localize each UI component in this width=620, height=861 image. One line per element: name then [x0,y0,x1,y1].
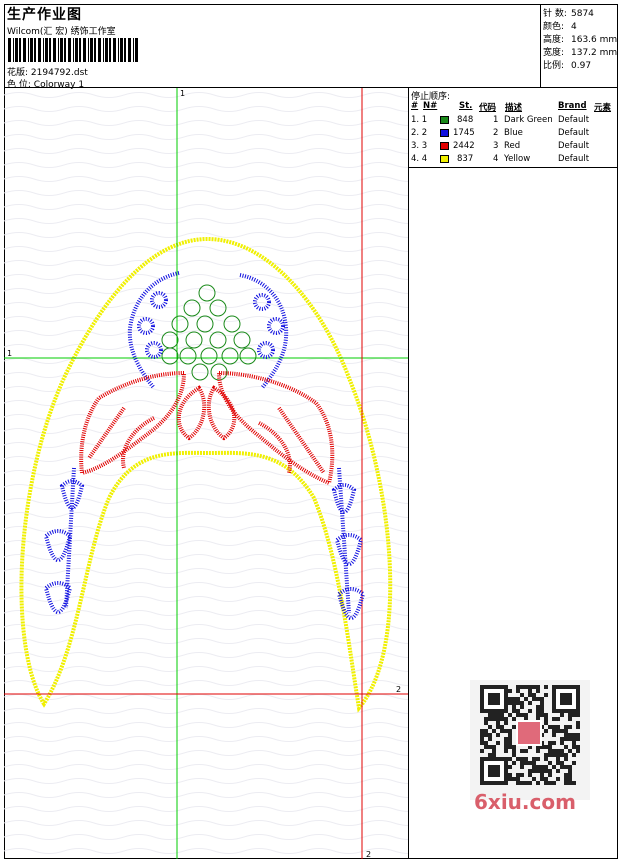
barcode [8,38,138,62]
studio-subtitle: Wilcom(汇 宏) 绣饰工作室 [7,27,116,37]
legend-row: 1. 1 848 1 Dark Green Default [411,115,590,125]
design-canvas: 1 1 2 2 [4,88,409,859]
color-swatch [440,142,449,150]
spec-height: 高度: 163.6 mm [543,35,618,45]
spec-stitches: 针 数: 5874 [543,9,594,19]
spec-panel: 针 数: 5874 颜色: 4 高度: 163.6 mm 宽度: 137.2 mm 比例… [541,4,618,88]
legend-row: 2. 2 1745 2 Blue Default [411,128,590,138]
legend-row: 3. 3 2442 3 Red Default [411,141,590,151]
spec-width: 宽度: 137.2 mm [543,48,618,58]
spec-scale: 比例: 0.97 [543,61,592,71]
embroidery-preview: 1 1 2 2 [4,88,408,859]
color-swatch [440,116,449,124]
stop-sequence-legend: 停止顺序: # N# St. 代码 描述 Brand 元素 1. 1 848 1… [409,88,618,168]
red-horizontal-label: 2 [396,685,401,694]
header-panel: 生产作业图 Wilcom(汇 宏) 绣饰工作室 花版: 2194792.dst … [4,4,541,90]
watermark-logo: 6xiu.com [474,790,576,814]
color-swatch [440,129,449,137]
legend-header-row: # N# St. 代码 描述 Brand 元素 [411,101,612,113]
sheet-title: 生产作业图 [7,7,82,23]
green-horizontal-label: 1 [7,349,12,358]
color-swatch [440,155,449,163]
fabric-background [4,88,408,859]
qr-code [470,680,590,800]
legend-row: 4. 4 837 4 Yellow Default [411,154,590,164]
green-vertical-label: 1 [180,89,185,98]
red-vertical-label: 2 [366,850,371,859]
spec-colors: 颜色: 4 [543,22,577,32]
